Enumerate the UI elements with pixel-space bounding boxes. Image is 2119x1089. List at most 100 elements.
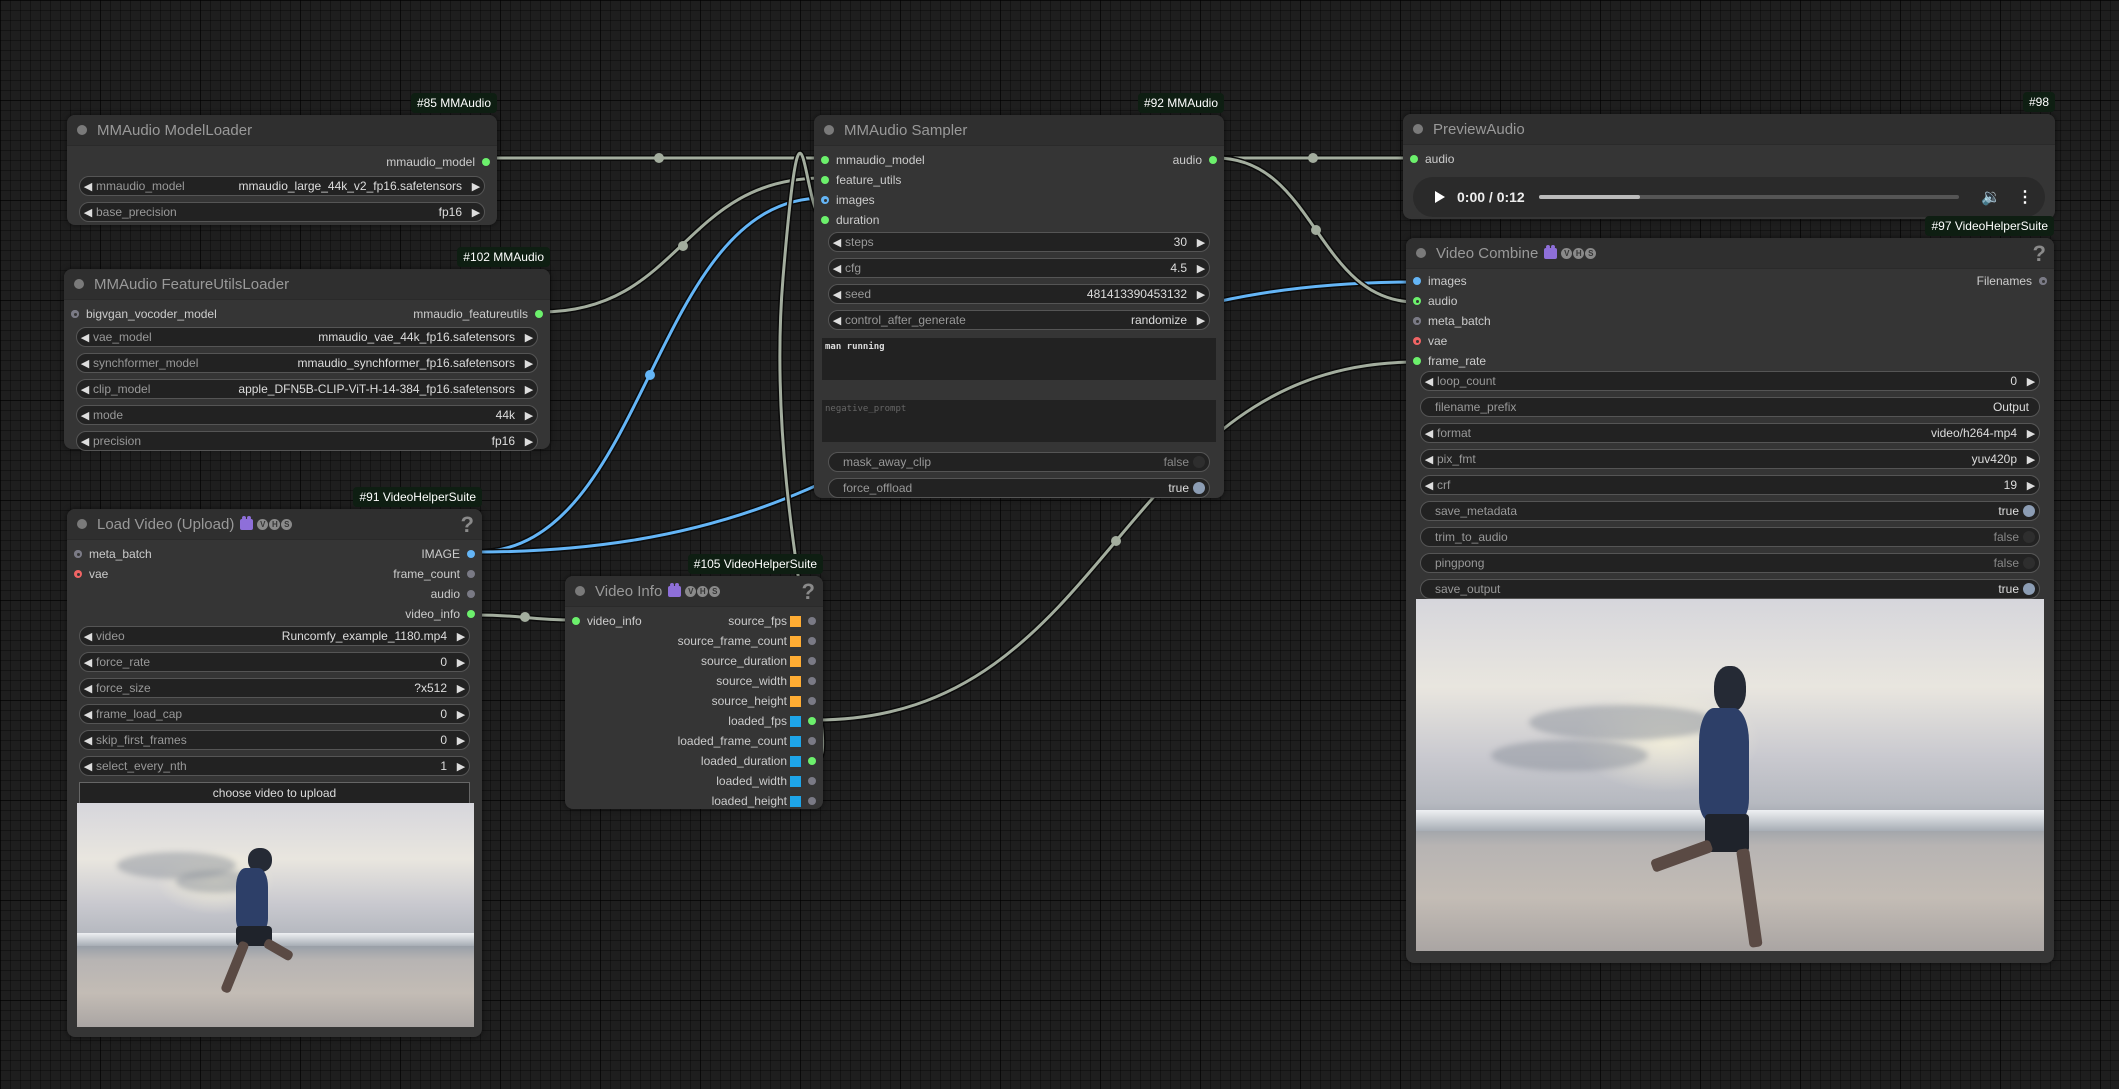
toggle-widget-save-metadata[interactable]: save_metadata true	[1420, 501, 2040, 521]
slot-row[interactable]: audio	[1406, 291, 2054, 311]
output-dot-icon[interactable]	[808, 737, 816, 745]
decrement-arrow-icon[interactable]: ◀	[80, 682, 96, 695]
node-mmaudio-featureutilsloader[interactable]: #102 MMAudio MMAudio FeatureUtilsLoader …	[64, 247, 550, 451]
node-title-bar[interactable]: Video Info V H S ?	[565, 576, 823, 607]
slot-row[interactable]: meta_batch	[1406, 311, 2054, 331]
combo-widget-mode[interactable]: ◀ mode 44k ▶	[76, 405, 538, 425]
node-title-bar[interactable]: Video Combine V H S ?	[1406, 238, 2054, 269]
collapse-dot-icon[interactable]	[77, 125, 87, 135]
slot-row[interactable]: vae frame_count	[67, 564, 482, 584]
negative-prompt-textarea[interactable]: negative_prompt	[822, 400, 1216, 442]
decrement-arrow-icon[interactable]: ◀	[80, 206, 96, 219]
node-video-combine[interactable]: #97 VideoHelperSuite Video Combine V H S…	[1406, 216, 2054, 963]
toggle-off-icon[interactable]	[2023, 557, 2035, 569]
output-dot-icon[interactable]	[808, 637, 816, 645]
increment-arrow-icon[interactable]: ▶	[453, 682, 469, 695]
input-dot-icon[interactable]	[821, 216, 829, 224]
slot-row[interactable]: duration	[814, 210, 1224, 230]
slot-row[interactable]: images Filenames	[1406, 271, 2054, 291]
number-widget-skip-first-frames[interactable]: ◀ skip_first_frames 0 ▶	[79, 730, 470, 750]
increment-arrow-icon[interactable]: ▶	[468, 206, 484, 219]
combo-widget-precision[interactable]: ◀ precision fp16 ▶	[76, 431, 538, 451]
decrement-arrow-icon[interactable]: ◀	[77, 383, 93, 396]
node-title-bar[interactable]: MMAudio ModelLoader	[67, 115, 497, 146]
slot-row[interactable]: audio	[1403, 149, 2055, 169]
link-midpoint-handle[interactable]	[1311, 225, 1321, 235]
output-dot-icon[interactable]	[467, 610, 475, 618]
input-dot-icon[interactable]	[821, 176, 829, 184]
output-dot-icon[interactable]	[467, 570, 475, 578]
toggle-widget-save-output[interactable]: save_output true	[1420, 579, 2040, 599]
increment-arrow-icon[interactable]: ▶	[453, 708, 469, 721]
node-title-bar[interactable]: MMAudio Sampler	[814, 115, 1224, 146]
increment-arrow-icon[interactable]: ▶	[1193, 262, 1209, 275]
increment-arrow-icon[interactable]: ▶	[521, 383, 537, 396]
slot-row[interactable]: meta_batch IMAGE	[67, 544, 482, 564]
slot-row[interactable]: feature_utils	[814, 170, 1224, 190]
input-dot-icon[interactable]	[1413, 317, 1421, 325]
collapse-dot-icon[interactable]	[1413, 124, 1423, 134]
number-widget-frame-load-cap[interactable]: ◀ frame_load_cap 0 ▶	[79, 704, 470, 724]
output-dot-icon[interactable]	[808, 677, 816, 685]
link-midpoint-handle[interactable]	[520, 612, 530, 622]
help-icon[interactable]: ?	[802, 579, 815, 605]
input-dot-icon[interactable]	[1410, 155, 1418, 163]
combo-widget-force-size[interactable]: ◀ force_size ?x512 ▶	[79, 678, 470, 698]
combo-widget-loop-count[interactable]: ◀ loop_count 0 ▶	[1420, 371, 2040, 391]
increment-arrow-icon[interactable]: ▶	[521, 409, 537, 422]
node-mmaudio-sampler[interactable]: #92 MMAudio MMAudio Sampler mmaudio_mode…	[814, 93, 1224, 498]
combo-widget-crf[interactable]: ◀ crf 19 ▶	[1420, 475, 2040, 495]
combo-widget-mmaudio-model[interactable]: ◀ mmaudio_model mmaudio_large_44k_v2_fp1…	[79, 176, 485, 196]
increment-arrow-icon[interactable]: ▶	[1193, 314, 1209, 327]
node-video-info[interactable]: #105 VideoHelperSuite Video Info V H S ?…	[565, 554, 823, 809]
node-title-bar[interactable]: MMAudio FeatureUtilsLoader	[64, 269, 550, 300]
link-midpoint-handle[interactable]	[654, 153, 664, 163]
increment-arrow-icon[interactable]: ▶	[2023, 453, 2039, 466]
decrement-arrow-icon[interactable]: ◀	[77, 331, 93, 344]
decrement-arrow-icon[interactable]: ◀	[80, 708, 96, 721]
slot-row[interactable]: source_height	[565, 691, 823, 711]
text-widget-filename-prefix[interactable]: filename_prefix Output	[1420, 397, 2040, 417]
decrement-arrow-icon[interactable]: ◀	[829, 314, 845, 327]
increment-arrow-icon[interactable]: ▶	[453, 760, 469, 773]
collapse-dot-icon[interactable]	[824, 125, 834, 135]
output-dot-icon[interactable]	[1209, 156, 1217, 164]
collapse-dot-icon[interactable]	[575, 586, 585, 596]
output-dot-icon[interactable]	[808, 797, 816, 805]
more-options-icon[interactable]: ⋮	[2017, 187, 2033, 207]
combo-widget-base-precision[interactable]: ◀ base_precision fp16 ▶	[79, 202, 485, 222]
slot-row[interactable]: bigvgan_vocoder_model mmaudio_featureuti…	[64, 304, 550, 324]
help-icon[interactable]: ?	[2033, 241, 2046, 267]
input-dot-icon[interactable]	[821, 156, 829, 164]
combo-widget-clip-model[interactable]: ◀ clip_model apple_DFN5B-CLIP-ViT-H-14-3…	[76, 379, 538, 399]
combo-widget-vae-model[interactable]: ◀ vae_model mmaudio_vae_44k_fp16.safeten…	[76, 327, 538, 347]
output-dot-icon[interactable]	[467, 550, 475, 558]
output-dot-icon[interactable]	[808, 697, 816, 705]
video-preview[interactable]	[77, 803, 474, 1027]
decrement-arrow-icon[interactable]: ◀	[77, 409, 93, 422]
decrement-arrow-icon[interactable]: ◀	[829, 288, 845, 301]
link-midpoint-handle[interactable]	[678, 241, 688, 251]
toggle-widget-mask-away-clip[interactable]: mask_away_clip false	[828, 452, 1210, 472]
input-dot-icon[interactable]	[1413, 297, 1421, 305]
increment-arrow-icon[interactable]: ▶	[2023, 375, 2039, 388]
audio-seek-bar[interactable]	[1538, 195, 1960, 199]
input-dot-icon[interactable]	[74, 570, 82, 578]
toggle-on-icon[interactable]	[1193, 482, 1205, 494]
output-dot-icon[interactable]	[467, 590, 475, 598]
slot-row[interactable]: frame_rate	[1406, 351, 2054, 371]
combo-widget-synchformer-model[interactable]: ◀ synchformer_model mmaudio_synchformer_…	[76, 353, 538, 373]
output-slot-mmaudio-model[interactable]: mmaudio_model	[67, 152, 497, 172]
increment-arrow-icon[interactable]: ▶	[453, 734, 469, 747]
choose-video-upload-button[interactable]: choose video to upload	[79, 782, 470, 804]
increment-arrow-icon[interactable]: ▶	[1193, 236, 1209, 249]
decrement-arrow-icon[interactable]: ◀	[829, 262, 845, 275]
output-dot-icon[interactable]	[808, 657, 816, 665]
input-dot-icon[interactable]	[1413, 337, 1421, 345]
combo-widget-pix-fmt[interactable]: ◀ pix_fmt yuv420p ▶	[1420, 449, 2040, 469]
node-load-video-upload[interactable]: #91 VideoHelperSuite Load Video (Upload)…	[67, 487, 482, 1037]
link-featureutils-to-sampler[interactable]	[540, 176, 824, 314]
toggle-on-icon[interactable]	[2023, 583, 2035, 595]
number-widget-select-every-nth[interactable]: ◀ select_every_nth 1 ▶	[79, 756, 470, 776]
slot-row[interactable]: loaded_fps	[565, 711, 823, 731]
